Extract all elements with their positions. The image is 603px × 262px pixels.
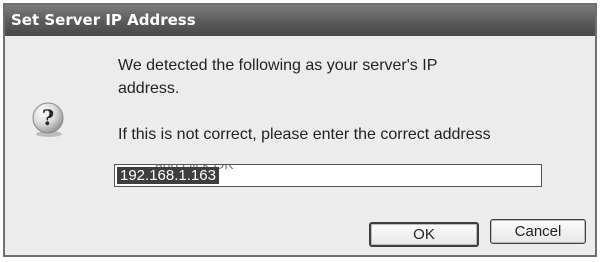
dialog-title-bar[interactable]: Set Server IP Address	[5, 5, 595, 36]
set-server-ip-dialog: Set Server IP Address We detected the fo…	[3, 3, 597, 257]
message-line-3: If this is not correct, please enter the…	[118, 126, 491, 143]
dialog-title: Set Server IP Address	[11, 11, 196, 29]
ip-address-value: 192.168.1.163	[117, 167, 219, 184]
message-line-2: address.	[118, 80, 180, 97]
message-line-1: We detected the following as your server…	[118, 57, 438, 74]
question-icon: ?	[29, 100, 67, 138]
ok-button[interactable]: OK	[369, 222, 479, 247]
svg-text:?: ?	[42, 105, 54, 130]
ip-address-input[interactable]: and click OK 192.168.1.163	[114, 164, 542, 187]
cancel-button[interactable]: Cancel	[490, 219, 586, 244]
